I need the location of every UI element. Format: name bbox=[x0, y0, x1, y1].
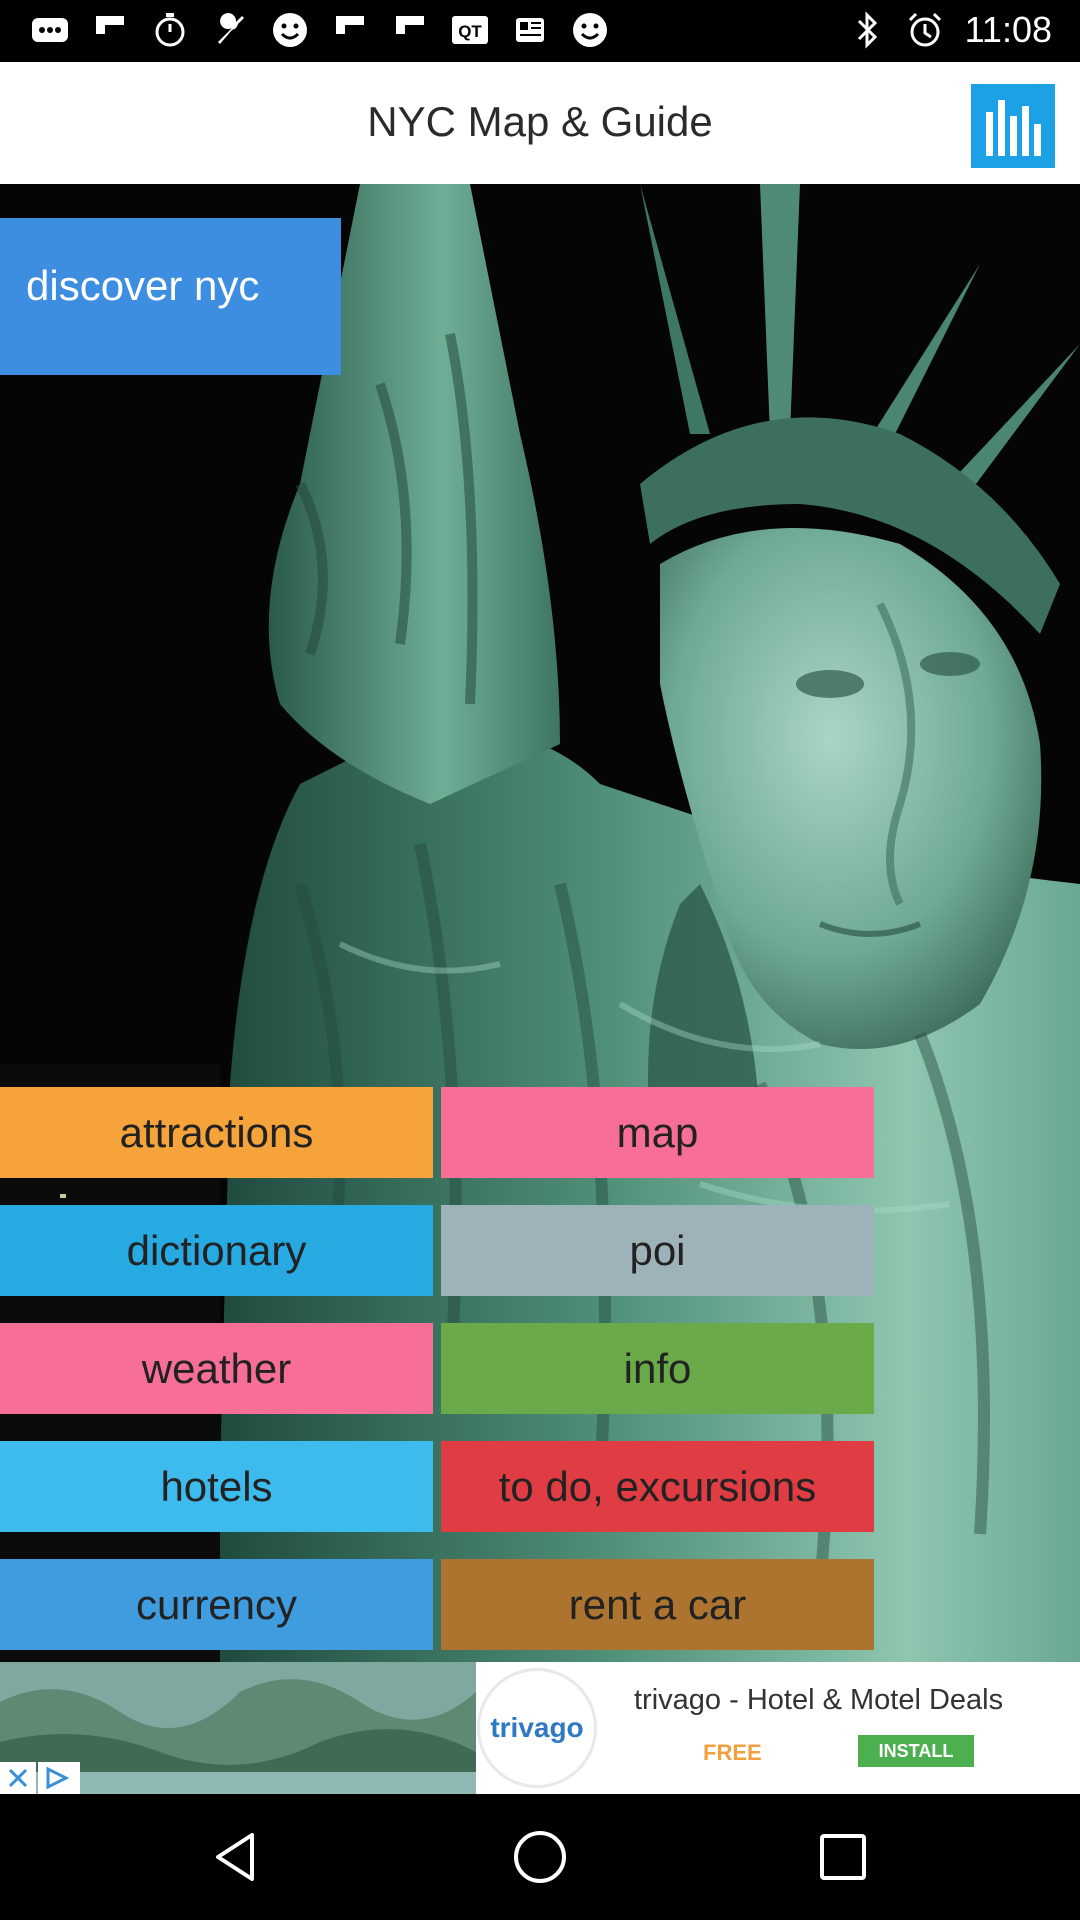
svg-text:QT: QT bbox=[458, 22, 482, 41]
qt-icon: QT bbox=[448, 8, 492, 52]
hotels-button[interactable]: hotels bbox=[0, 1441, 433, 1532]
discover-nyc-banner[interactable]: discover nyc bbox=[0, 218, 341, 375]
more-icon bbox=[28, 8, 72, 52]
info-button[interactable]: info bbox=[441, 1323, 874, 1414]
ad-choices-icon[interactable] bbox=[38, 1762, 80, 1794]
attractions-button[interactable]: attractions bbox=[0, 1087, 433, 1178]
wrench-icon bbox=[208, 8, 252, 52]
system-status: 11:08 bbox=[845, 8, 1052, 52]
alarm-icon bbox=[903, 8, 947, 52]
navigation-bar bbox=[0, 1794, 1080, 1920]
back-icon[interactable] bbox=[201, 1822, 271, 1892]
bar-chart-bar bbox=[1033, 124, 1041, 156]
close-icon[interactable] bbox=[0, 1762, 36, 1794]
ad-banner[interactable]: trivago trivago - Hotel & Motel Deals FR… bbox=[0, 1662, 1080, 1794]
notification-icons: QT bbox=[28, 8, 612, 52]
news-icon bbox=[508, 8, 552, 52]
app-bar: NYC Map & Guide bbox=[0, 62, 1080, 184]
rent-a-car-button[interactable]: rent a car bbox=[441, 1559, 874, 1650]
bar-chart-bar bbox=[1021, 106, 1029, 156]
flipboard-icon bbox=[88, 8, 132, 52]
ad-title: trivago - Hotel & Motel Deals bbox=[634, 1684, 1004, 1716]
bar-chart-icon[interactable] bbox=[971, 84, 1055, 168]
weather-button[interactable]: weather bbox=[0, 1323, 433, 1414]
install-button[interactable]: INSTALL bbox=[858, 1735, 974, 1767]
bar-chart-bar bbox=[1009, 116, 1017, 156]
home-icon[interactable] bbox=[505, 1822, 575, 1892]
todo-excursions-button[interactable]: to do, excursions bbox=[441, 1441, 874, 1532]
bluetooth-icon bbox=[845, 8, 889, 52]
flipboard-icon bbox=[328, 8, 372, 52]
trivago-logo: trivago bbox=[477, 1668, 597, 1788]
smiley-icon bbox=[268, 8, 312, 52]
clock-time: 11:08 bbox=[964, 9, 1052, 50]
map-button[interactable]: map bbox=[441, 1087, 874, 1178]
app-title: NYC Map & Guide bbox=[367, 98, 713, 145]
bar-chart-bar bbox=[997, 100, 1005, 156]
dictionary-button[interactable]: dictionary bbox=[0, 1205, 433, 1296]
currency-button[interactable]: currency bbox=[0, 1559, 433, 1650]
status-bar: QT 11:08 bbox=[0, 0, 1080, 62]
recents-icon[interactable] bbox=[808, 1822, 878, 1892]
smiley-icon bbox=[568, 8, 612, 52]
bar-chart-bar bbox=[985, 112, 993, 156]
flipboard-icon bbox=[388, 8, 432, 52]
poi-button[interactable]: poi bbox=[441, 1205, 874, 1296]
timer-icon bbox=[148, 8, 192, 52]
ad-price: FREE bbox=[703, 1740, 762, 1765]
